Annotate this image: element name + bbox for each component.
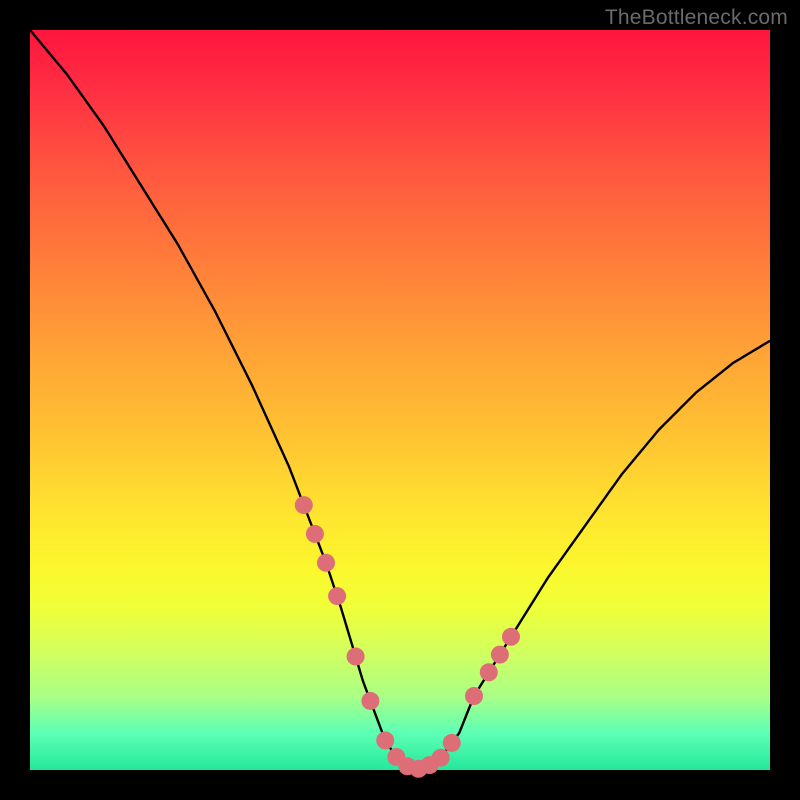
curve-marker: [328, 587, 346, 605]
curve-marker: [347, 648, 365, 666]
curve-marker: [465, 687, 483, 705]
curve-marker: [502, 628, 520, 646]
curve-marker: [480, 663, 498, 681]
curve-marker: [295, 496, 313, 514]
curve-marker: [317, 554, 335, 572]
curve-marker: [491, 646, 509, 664]
curve-path: [30, 30, 770, 770]
curve-marker: [443, 734, 461, 752]
curve-marker: [361, 692, 379, 710]
chart-frame: TheBottleneck.com: [0, 0, 800, 800]
plot-area: [30, 30, 770, 770]
curve-marker: [306, 525, 324, 543]
watermark-text: TheBottleneck.com: [605, 6, 788, 30]
curve-marker: [376, 731, 394, 749]
bottleneck-curve: [30, 30, 770, 770]
curve-marker: [432, 749, 450, 767]
